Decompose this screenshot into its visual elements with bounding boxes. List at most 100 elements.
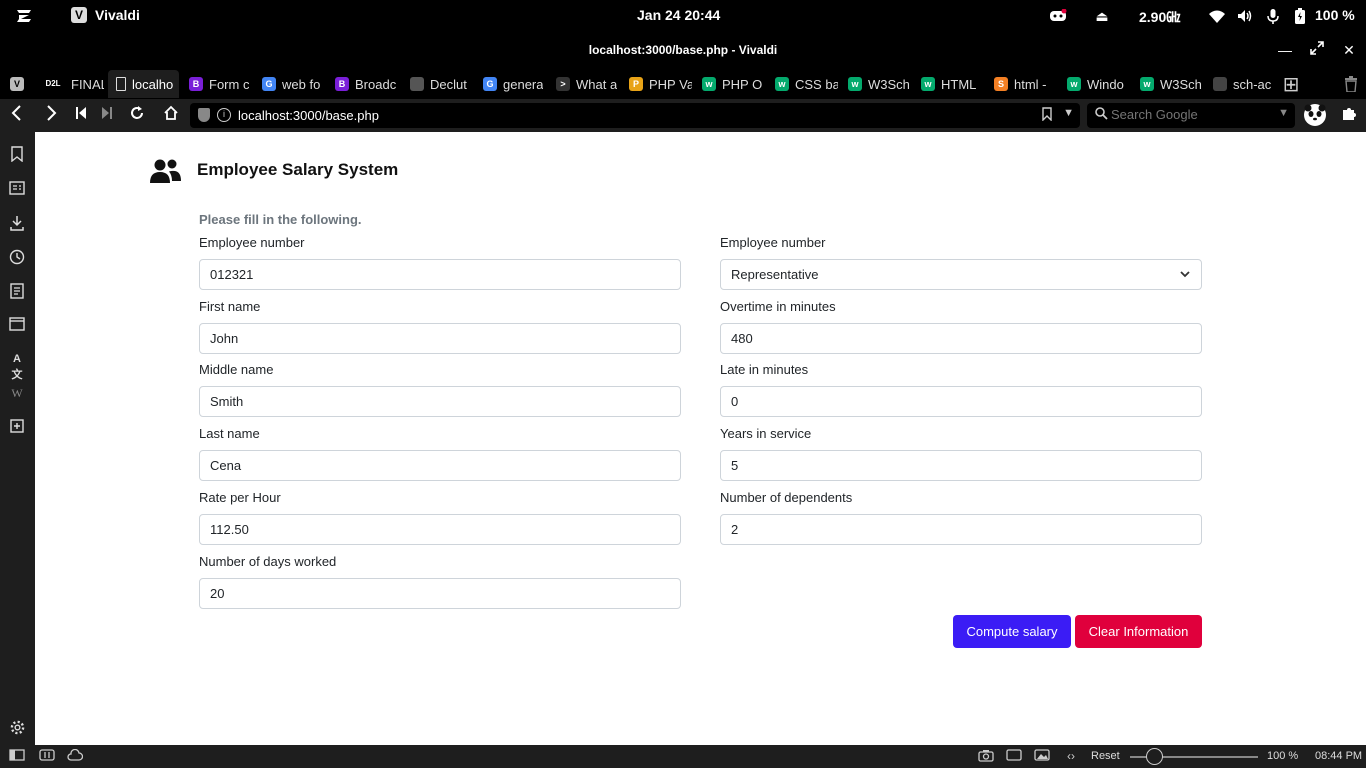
first-name-input[interactable] [199,323,681,354]
search-input[interactable] [1111,107,1271,122]
browser-tab[interactable]: > What a [548,70,619,98]
history-panel-icon[interactable] [9,249,25,265]
browser-tab[interactable]: B Broadc [327,70,398,98]
tab-title: web fo [282,76,321,92]
years-in-service-input[interactable] [720,450,1202,481]
tab-favicon-icon: w [1067,77,1081,91]
browser-tab[interactable]: w HTML [913,70,984,98]
search-field[interactable]: ▼ [1087,103,1295,128]
overtime-label: Overtime in minutes [720,299,836,314]
trash-icon[interactable] [1341,70,1361,98]
reading-list-icon[interactable] [9,181,25,197]
cpu-frequency[interactable]: 2.90㎓ [1139,7,1180,27]
browser-tab[interactable]: localho [108,70,179,98]
first-name-label: First name [199,299,261,314]
battery-percent[interactable]: 100 % [1315,7,1355,23]
clear-information-button[interactable]: Clear Information [1075,615,1202,648]
position-select[interactable]: Representative [720,259,1202,290]
wifi-icon[interactable] [1208,6,1226,26]
toggle-panel-icon[interactable] [9,749,25,763]
image-toggle-icon[interactable] [1034,749,1050,763]
compute-salary-button[interactable]: Compute salary [953,615,1071,648]
address-toolbar: i localhost:3000/base.php ▼ ▼ [0,99,1366,132]
overtime-input[interactable] [720,323,1202,354]
eject-icon[interactable]: ⏏ [1094,6,1110,26]
battery-icon[interactable] [1293,6,1307,26]
zorin-logo-icon[interactable] [14,6,34,26]
add-web-panel-icon[interactable] [9,419,25,435]
days-worked-input[interactable] [199,578,681,609]
page-actions-icon[interactable]: ‹› [1063,749,1079,763]
rate-per-hour-input[interactable] [199,514,681,545]
minimize-icon[interactable]: — [1276,41,1294,59]
profile-avatar[interactable] [1303,103,1327,127]
browser-tab[interactable]: w W3Sch [840,70,911,98]
browser-tab[interactable]: w CSS ba [767,70,838,98]
tab-favicon-icon: D2L [41,77,65,91]
browser-tab[interactable]: sch-ac [1205,70,1277,98]
site-info-icon[interactable]: i [217,108,231,122]
microphone-icon[interactable] [1265,6,1281,26]
tab-favicon-icon: S [994,77,1008,91]
zoom-reset-button[interactable]: Reset [1091,750,1120,762]
browser-tab[interactable]: Gweb fo [254,70,325,98]
browser-tab[interactable]: w PHP O [694,70,765,98]
discord-icon[interactable] [1049,6,1067,26]
tab-title: W3Sch [1160,76,1202,92]
zoom-slider-thumb[interactable] [1146,748,1163,765]
tab-favicon-icon: B [335,77,349,91]
tab-tiling-icon[interactable] [39,749,55,763]
dependents-input[interactable] [720,514,1202,545]
browser-tab[interactable]: w Windo [1059,70,1130,98]
users-icon [150,159,181,183]
tab-favicon-icon [116,77,126,91]
settings-gear-icon[interactable] [9,720,25,736]
search-engine-dropdown-icon[interactable]: ▼ [1278,107,1289,119]
bookmark-icon[interactable] [1042,107,1052,124]
browser-tab[interactable]: P PHP Va [621,70,692,98]
browser-tab[interactable]: D2L FINAL [33,70,104,98]
window-icon[interactable] [1006,749,1022,763]
address-field[interactable]: i localhost:3000/base.php ▼ [190,103,1080,128]
bookmarks-panel-icon[interactable] [9,146,25,163]
active-app-name[interactable]: Vivaldi [95,7,140,23]
capture-icon[interactable] [978,749,994,763]
reload-icon[interactable] [126,105,148,127]
tab-favicon-icon [1213,77,1227,91]
translate-panel-icon[interactable]: A文 [9,351,25,381]
tab-title: CSS ba [795,76,838,92]
employee-number-input[interactable] [199,259,681,290]
url-text[interactable]: localhost:3000/base.php [238,108,379,123]
window-panel-icon[interactable] [9,317,25,333]
browser-tab[interactable]: Shtml - [986,70,1057,98]
browser-tab[interactable]: w W3Sch [1132,70,1203,98]
maximize-icon[interactable] [1308,41,1326,59]
browser-tab[interactable]: Declut [402,70,473,98]
downloads-panel-icon[interactable] [9,215,25,231]
wikipedia-panel-icon[interactable]: W [9,385,25,401]
home-icon[interactable] [160,105,182,127]
address-dropdown-icon[interactable]: ▼ [1063,107,1074,119]
status-bar: ‹› Reset 100 % 08:44 PM [0,745,1366,768]
tab-favicon-icon: w [775,77,789,91]
browser-tab[interactable]: Ggenera [475,70,546,98]
window-title: localhost:3000/base.php - Vivaldi [588,43,778,57]
system-clock[interactable]: Jan 24 20:44 [637,7,720,23]
extensions-icon[interactable] [1338,105,1360,127]
close-window-icon[interactable]: ✕ [1340,41,1358,59]
rewind-button[interactable] [70,105,92,127]
browser-tab[interactable]: B Form c [181,70,252,98]
last-name-input[interactable] [199,450,681,481]
back-button[interactable] [6,105,28,127]
volume-icon[interactable] [1236,6,1254,26]
tab-favicon-icon: > [556,77,570,91]
notes-panel-icon[interactable] [9,283,25,299]
new-tab-button[interactable]: ⊞ [1281,70,1301,98]
late-input[interactable] [720,386,1202,417]
fast-forward-button[interactable] [96,105,118,127]
sync-cloud-icon[interactable] [67,748,84,763]
vivaldi-menu-button[interactable]: V [6,70,28,98]
shield-icon[interactable] [198,108,210,122]
middle-name-input[interactable] [199,386,681,417]
forward-button[interactable] [40,105,62,127]
